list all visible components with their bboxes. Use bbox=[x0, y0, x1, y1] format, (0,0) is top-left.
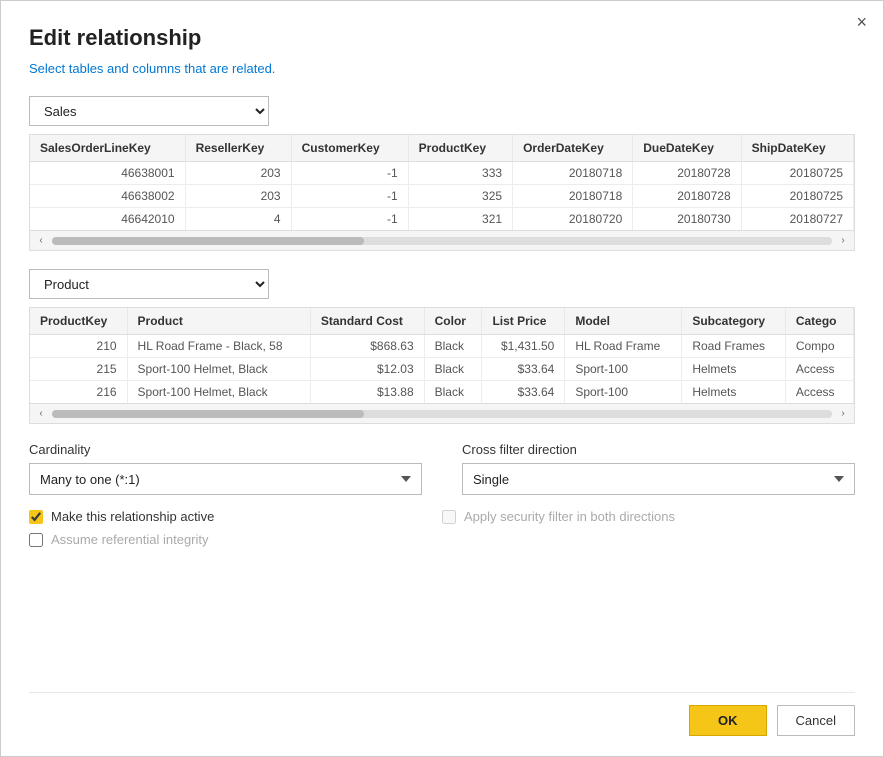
col-salesorderlinekey: SalesOrderLineKey bbox=[30, 135, 185, 162]
make-active-label: Make this relationship active bbox=[51, 509, 214, 524]
table2-section: Product ProductKey Product Standard Cost… bbox=[29, 269, 855, 424]
cardinality-col: Cardinality Many to one (*:1) One to man… bbox=[29, 442, 422, 495]
col-color: Color bbox=[424, 308, 482, 335]
security-row: Apply security filter in both directions bbox=[442, 509, 855, 524]
ok-button[interactable]: OK bbox=[689, 705, 767, 736]
security-label: Apply security filter in both directions bbox=[464, 509, 675, 524]
table-row: 210 HL Road Frame - Black, 58 $868.63 Bl… bbox=[30, 335, 854, 358]
table2-scroll-track[interactable] bbox=[52, 410, 832, 418]
col-customerkey: CustomerKey bbox=[291, 135, 408, 162]
col-category: Catego bbox=[785, 308, 853, 335]
dialog-subtitle: Select tables and columns that are relat… bbox=[29, 61, 855, 76]
table2-scroll-left[interactable]: ‹ bbox=[32, 405, 50, 423]
referential-row: Assume referential integrity bbox=[29, 532, 442, 547]
crossfilter-col: Cross filter direction Single Both bbox=[462, 442, 855, 495]
options-section: Make this relationship active Assume ref… bbox=[29, 509, 855, 547]
make-active-checkbox[interactable] bbox=[29, 510, 43, 524]
make-active-row: Make this relationship active bbox=[29, 509, 442, 524]
table-row: 215 Sport-100 Helmet, Black $12.03 Black… bbox=[30, 358, 854, 381]
col-listprice: List Price bbox=[482, 308, 565, 335]
table-row: 46638001 203 -1 333 20180718 20180728 20… bbox=[30, 162, 854, 185]
table-row: 216 Sport-100 Helmet, Black $13.88 Black… bbox=[30, 381, 854, 404]
table1-scroll-thumb bbox=[52, 237, 364, 245]
close-button[interactable]: × bbox=[856, 13, 867, 31]
table1-dropdown[interactable]: Sales bbox=[29, 96, 269, 126]
table1-section: Sales SalesOrderLineKey ResellerKey Cust… bbox=[29, 96, 855, 251]
table-row: 46638002 203 -1 325 20180718 20180728 20… bbox=[30, 185, 854, 208]
col-model: Model bbox=[565, 308, 682, 335]
table1-scroll-track[interactable] bbox=[52, 237, 832, 245]
table1-scroll-left[interactable]: ‹ bbox=[32, 232, 50, 250]
referential-checkbox[interactable] bbox=[29, 533, 43, 547]
referential-label: Assume referential integrity bbox=[51, 532, 209, 547]
col-productkey2: ProductKey bbox=[30, 308, 127, 335]
crossfilter-dropdown[interactable]: Single Both bbox=[462, 463, 855, 495]
table2-header-row: ProductKey Product Standard Cost Color L… bbox=[30, 308, 854, 335]
col-subcategory: Subcategory bbox=[682, 308, 786, 335]
table2-wrapper: ProductKey Product Standard Cost Color L… bbox=[29, 307, 855, 424]
col-orderdatekey: OrderDateKey bbox=[513, 135, 633, 162]
options-left: Make this relationship active Assume ref… bbox=[29, 509, 442, 547]
table2-scroll-right[interactable]: › bbox=[834, 405, 852, 423]
table1-scroll-right[interactable]: › bbox=[834, 232, 852, 250]
edit-relationship-dialog: × Edit relationship Select tables and co… bbox=[0, 0, 884, 757]
table1: SalesOrderLineKey ResellerKey CustomerKe… bbox=[30, 135, 854, 230]
table2-dropdown[interactable]: Product bbox=[29, 269, 269, 299]
col-product: Product bbox=[127, 308, 310, 335]
table1-scrollbar[interactable]: ‹ › bbox=[30, 230, 854, 250]
crossfilter-label: Cross filter direction bbox=[462, 442, 855, 457]
col-productkey: ProductKey bbox=[408, 135, 512, 162]
table1-wrapper: SalesOrderLineKey ResellerKey CustomerKe… bbox=[29, 134, 855, 251]
cancel-button[interactable]: Cancel bbox=[777, 705, 855, 736]
col-duedatekey: DueDateKey bbox=[633, 135, 741, 162]
col-standardcost: Standard Cost bbox=[310, 308, 424, 335]
col-resellerkey: ResellerKey bbox=[185, 135, 291, 162]
dialog-title: Edit relationship bbox=[29, 25, 855, 51]
options-right: Apply security filter in both directions bbox=[442, 509, 855, 547]
table-row: 46642010 4 -1 321 20180720 20180730 2018… bbox=[30, 208, 854, 231]
cardinality-crossfilter-section: Cardinality Many to one (*:1) One to man… bbox=[29, 442, 855, 495]
table1-header-row: SalesOrderLineKey ResellerKey CustomerKe… bbox=[30, 135, 854, 162]
col-shipdatekey: ShipDateKey bbox=[741, 135, 853, 162]
cardinality-dropdown[interactable]: Many to one (*:1) One to many (1:*) One … bbox=[29, 463, 422, 495]
table2: ProductKey Product Standard Cost Color L… bbox=[30, 308, 854, 403]
security-checkbox[interactable] bbox=[442, 510, 456, 524]
table2-scrollbar[interactable]: ‹ › bbox=[30, 403, 854, 423]
dialog-footer: OK Cancel bbox=[29, 692, 855, 736]
table2-scroll-thumb bbox=[52, 410, 364, 418]
cardinality-label: Cardinality bbox=[29, 442, 422, 457]
